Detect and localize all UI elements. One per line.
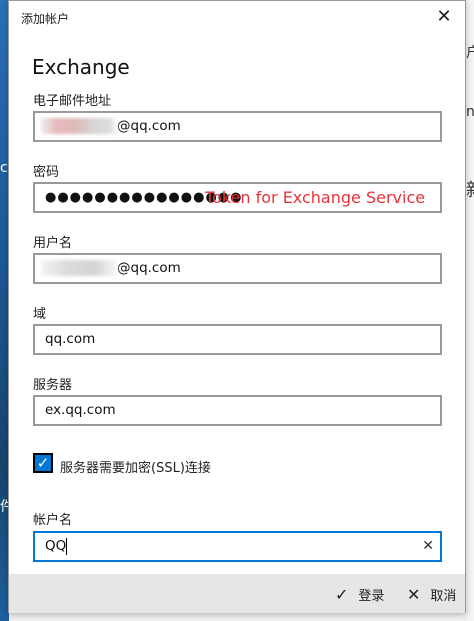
redacted-text [41,118,117,134]
server-label: 服务器 [33,378,73,393]
redacted-text [41,260,117,276]
page-title: Exchange [32,55,130,79]
ssl-checkbox-label[interactable]: 服务器需要加密(SSL)连接 [60,457,211,476]
password-field[interactable]: ●●●●●●●●●●●●●●●● Token for Exchange Servi… [33,182,442,213]
domain-label: 域 [33,307,47,322]
password-annotation: Token for Exchange Service [205,188,426,207]
ssl-checkbox[interactable]: ✓ [33,453,53,473]
background-text: n [466,104,474,120]
text-caret [66,537,68,555]
email-field[interactable]: @qq.com [33,111,442,142]
email-label: 电子邮件地址 [33,94,112,109]
login-button[interactable]: ✓ 登录 [335,585,384,604]
check-icon: ✓ [335,585,349,604]
dialog-footer: ✓ 登录 ✕ 取消 [9,574,465,613]
account-name-label: 帐户名 [33,513,73,528]
username-label: 用户名 [33,236,73,251]
password-label: 密码 [33,165,60,180]
account-name-field[interactable]: QQ ✕ [33,531,442,562]
domain-field[interactable]: qq.com [33,324,442,355]
background-window-right: 户 n 新 [466,0,474,621]
clear-icon[interactable]: ✕ [422,533,434,560]
server-field[interactable]: ex.qq.com [33,395,442,426]
dialog-title: 添加帐户 [21,12,70,26]
cancel-button[interactable]: ✕ 取消 [407,585,456,604]
close-icon[interactable]: ✕ [434,7,454,27]
add-account-dialog: 添加帐户 ✕ Exchange 电子邮件地址 @qq.com 密码 ●●●●●●… [8,0,466,613]
background-text: 新 [466,176,474,202]
background-text: 户 [466,45,474,61]
close-icon: ✕ [407,585,421,604]
username-field[interactable]: @qq.com [33,253,442,284]
